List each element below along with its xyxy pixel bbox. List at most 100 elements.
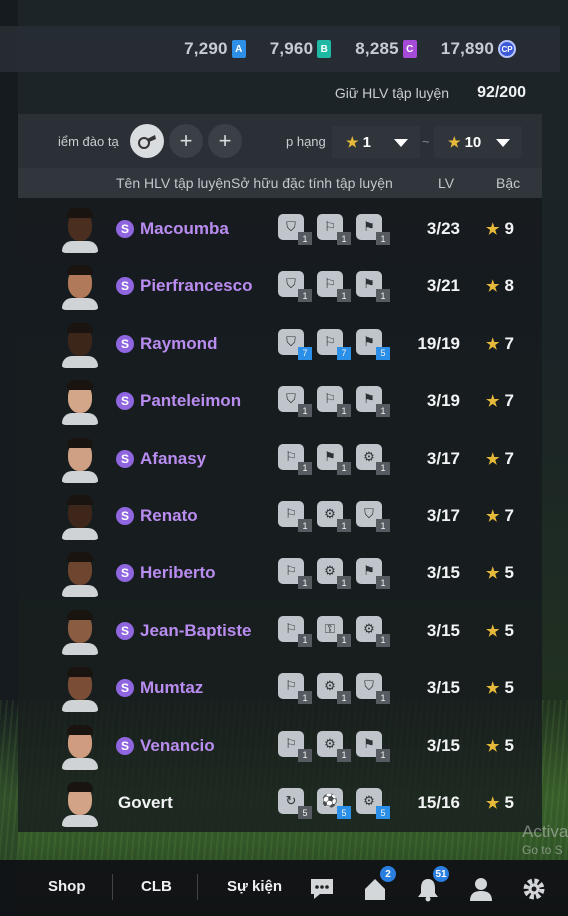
special-coach-badge-icon: S — [116, 449, 134, 468]
training-trait-icon[interactable]: ⚐ 1 — [278, 501, 312, 532]
coach-rank: ★ 7 — [486, 391, 514, 411]
trait-level: 5 — [337, 806, 351, 819]
coach-row[interactable]: S Heriberto ⚐ 1 ⚙ 1 ⚑ 1 3/15 ★ 5 — [18, 544, 542, 601]
training-trait-icon[interactable]: ⛉ 1 — [356, 501, 390, 532]
coach-row[interactable]: S Macoumba ⛉ 1 ⚐ 1 ⚑ 1 3/23 ★ 9 — [18, 200, 542, 257]
training-trait-icon[interactable]: ⛉ 1 — [356, 673, 390, 705]
coach-avatar — [60, 607, 100, 655]
coach-name: Renato — [140, 506, 198, 525]
profile-icon[interactable] — [466, 874, 496, 904]
training-trait-icon[interactable]: ⛉ 7 — [278, 328, 312, 360]
home-count-badge: 2 — [380, 866, 396, 882]
trait-level: 5 — [298, 806, 312, 819]
training-trait-icon[interactable]: ⚿ 1 — [317, 615, 351, 647]
nav-shop[interactable]: Shop — [48, 878, 86, 895]
training-trait-icon[interactable]: ⚙ 1 — [356, 615, 390, 647]
training-trait-icon[interactable]: ⚐ 1 — [278, 615, 312, 647]
coach-row[interactable]: S Raymond ⛉ 7 ⚐ 7 ⚑ 5 19/19 ★ 7 — [18, 315, 542, 372]
coach-row[interactable]: S Pierfrancesco ⛉ 1 ⚐ 1 ⚑ 1 3/21 ★ 8 — [18, 257, 542, 314]
special-coach-badge-icon: S — [116, 507, 134, 525]
currency-b-icon: B — [317, 40, 332, 58]
coach-level: 3/17 — [426, 448, 460, 468]
coach-rank: ★ 5 — [486, 735, 514, 755]
coach-name: Panteleimon — [140, 391, 242, 411]
training-trait-icon[interactable]: ⚐ 1 — [278, 730, 312, 762]
star-icon: ★ — [486, 278, 500, 296]
header-rank[interactable]: Bậc — [496, 175, 520, 191]
nav-events[interactable]: Sự kiện — [227, 878, 282, 895]
training-trait-icon[interactable]: ⚑ 1 — [317, 443, 351, 475]
coach-rank: ★ 5 — [486, 678, 514, 698]
coach-list-panel: iểm đào tạ + + p hạng ★ 1 ~ ★ 10 Tên HLV… — [18, 114, 542, 832]
training-trait-icon[interactable]: ⚙ 1 — [317, 558, 351, 590]
header-name[interactable]: Tên HLV tập luyện — [116, 175, 231, 191]
rank-from-select[interactable]: ★ 1 — [332, 126, 420, 158]
coach-name: Afanasy — [140, 448, 207, 468]
rank-filter-label: p hạng — [286, 134, 326, 149]
rank-to-select[interactable]: ★ 10 — [434, 126, 522, 158]
coach-avatar — [60, 722, 100, 770]
coach-row[interactable]: S Renato ⚐ 1 ⚙ 1 ⛉ 1 3/17 ★ 7 — [18, 487, 542, 544]
training-slot-selected[interactable] — [130, 124, 164, 158]
training-trait-icon[interactable]: ⚙ 5 — [356, 788, 390, 819]
trait-level: 7 — [298, 346, 312, 360]
training-trait-icon[interactable]: ⛉ 1 — [278, 271, 312, 303]
training-trait-icon[interactable]: ⚑ 1 — [356, 214, 390, 245]
special-coach-badge-icon: S — [116, 220, 134, 238]
training-trait-icon[interactable]: ⚑ 1 — [356, 730, 390, 762]
coach-rank: ★ 7 — [486, 333, 514, 353]
header-traits[interactable]: Sở hữu đặc tính tập luyện — [231, 175, 393, 191]
coach-traits: ⚐ 1 ⚙ 1 ⚑ 1 — [278, 558, 390, 590]
training-trait-icon[interactable]: ⚑ 1 — [356, 386, 390, 418]
star-icon: ★ — [486, 737, 500, 755]
coach-name: Macoumba — [140, 219, 229, 238]
coach-row[interactable]: S Afanasy ⚐ 1 ⚑ 1 ⚙ 1 3/17 ★ 7 — [18, 430, 542, 487]
training-trait-icon[interactable]: ⚙ 1 — [317, 730, 351, 762]
activation-watermark: Activa Go to S — [522, 822, 568, 857]
coach-traits: ⚐ 1 ⚙ 1 ⚑ 1 — [278, 730, 390, 762]
add-training-slot-2[interactable]: + — [208, 124, 242, 158]
coach-traits: ⛉ 1 ⚐ 1 ⚑ 1 — [278, 214, 390, 245]
nav-divider — [112, 874, 113, 900]
home-icon[interactable]: 2 — [360, 866, 396, 904]
training-trait-icon[interactable]: ⚑ 1 — [356, 271, 390, 303]
coach-row[interactable]: S Panteleimon ⛉ 1 ⚐ 1 ⚑ 1 3/19 ★ 7 — [18, 372, 542, 429]
training-trait-icon[interactable]: ⚐ 1 — [317, 271, 351, 303]
trait-level: 1 — [376, 691, 390, 705]
nav-club[interactable]: CLB — [141, 878, 172, 895]
training-trait-icon[interactable]: ⚙ 1 — [317, 673, 351, 705]
training-trait-icon[interactable]: ⚐ 1 — [317, 386, 351, 418]
coach-row[interactable]: S Mumtaz ⚐ 1 ⚙ 1 ⛉ 1 3/15 ★ 5 — [18, 659, 542, 716]
coach-traits: ⚐ 1 ⚙ 1 ⛉ 1 — [278, 673, 390, 705]
chat-icon[interactable] — [307, 874, 337, 904]
settings-gear-icon[interactable] — [519, 874, 549, 904]
training-trait-icon[interactable]: ⚑ 1 — [356, 558, 390, 590]
header-lv[interactable]: LV — [438, 175, 454, 191]
coach-row[interactable]: S Jean-Baptiste ⚐ 1 ⚿ 1 ⚙ 1 3/15 ★ 5 — [18, 602, 542, 659]
training-trait-icon[interactable]: ⛉ 1 — [278, 214, 312, 245]
trait-level: 1 — [376, 576, 390, 590]
training-trait-icon[interactable]: ⛉ 1 — [278, 386, 312, 418]
trait-level: 1 — [337, 576, 351, 590]
coach-row[interactable]: S Venancio ⚐ 1 ⚙ 1 ⚑ 1 3/15 ★ 5 — [18, 717, 542, 774]
coach-row[interactable]: Govert ↻ 5 ⚽ 5 ⚙ 5 15/16 ★ 5 — [18, 774, 542, 831]
coach-avatar — [60, 664, 100, 713]
training-trait-icon[interactable]: ⚐ 1 — [278, 443, 312, 475]
whistle-icon — [138, 135, 156, 149]
training-trait-icon[interactable]: ⚙ 1 — [317, 501, 351, 532]
training-trait-icon[interactable]: ⚐ 7 — [317, 328, 351, 360]
star-icon: ★ — [486, 508, 500, 525]
training-trait-icon[interactable]: ⚙ 1 — [356, 443, 390, 475]
training-trait-icon[interactable]: ⚐ 1 — [278, 558, 312, 590]
special-coach-badge-icon: S — [116, 392, 134, 411]
add-training-slot-1[interactable]: + — [169, 124, 203, 158]
trait-level: 1 — [337, 232, 351, 245]
trait-level: 1 — [376, 404, 390, 418]
bell-icon[interactable]: 51 — [413, 866, 449, 904]
training-trait-icon[interactable]: ⚑ 5 — [356, 328, 390, 360]
training-trait-icon[interactable]: ↻ 5 — [278, 788, 312, 819]
training-trait-icon[interactable]: ⚽ 5 — [317, 788, 351, 819]
trait-level: 1 — [376, 232, 390, 245]
training-trait-icon[interactable]: ⚐ 1 — [278, 673, 312, 705]
training-trait-icon[interactable]: ⚐ 1 — [317, 214, 351, 245]
